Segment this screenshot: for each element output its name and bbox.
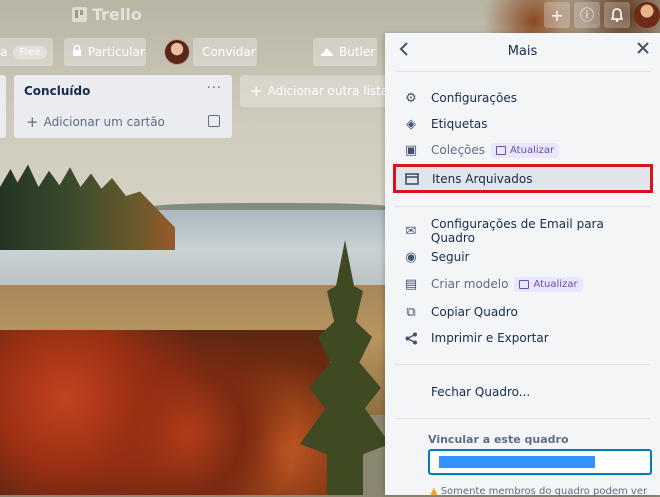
menu-item-seguir[interactable]: ◉ Seguir xyxy=(395,245,650,269)
add-list-label: Adicionar outra lista xyxy=(267,84,389,98)
lock-icon xyxy=(72,44,82,59)
menu-item-imprimir-exportar[interactable]: Imprimir e Exportar xyxy=(395,326,650,350)
menu-item-label: Copiar Quadro xyxy=(431,305,518,319)
menu-item-label: Itens Arquivados xyxy=(432,171,533,186)
card-template-icon[interactable] xyxy=(208,115,220,127)
menu-item-label: Fechar Quadro... xyxy=(431,385,531,399)
bell-shape xyxy=(611,8,623,22)
briefcase-icon xyxy=(519,279,530,289)
note-text: Somente membros do quadro podem ver xyxy=(440,486,648,497)
butler-label: Butler xyxy=(339,45,376,59)
collection-icon: ▣ xyxy=(404,142,418,158)
menu-item-label: Seguir xyxy=(431,250,470,264)
plus-icon: + xyxy=(26,113,39,131)
list-title[interactable]: Concluído xyxy=(24,84,90,98)
menu-item-colecoes[interactable]: ▣ Coleções Atualizar xyxy=(395,138,650,162)
bell-icon[interactable] xyxy=(604,2,630,28)
menu-item-itens-arquivados[interactable]: Itens Arquivados xyxy=(393,164,653,193)
panel-header: Mais xyxy=(385,33,660,71)
menu-item-label: Configurações xyxy=(431,91,517,105)
eye-icon: ◉ xyxy=(405,249,417,265)
free-badge: Free xyxy=(13,45,47,59)
menu-item-label: Etiquetas xyxy=(431,117,488,131)
visibility-button[interactable]: Particular xyxy=(64,38,146,66)
close-icon[interactable] xyxy=(636,40,650,59)
add-card-label: Adicionar um cartão xyxy=(43,115,165,129)
board-header: a Free Particular Convidar Butler xyxy=(0,38,385,66)
trello-logo[interactable]: Trello xyxy=(72,5,142,24)
briefcase-icon xyxy=(496,145,507,155)
menu-item-label: Criar modelo xyxy=(431,277,509,291)
divider xyxy=(395,364,650,365)
trello-logo-icon xyxy=(72,7,87,22)
member-avatar[interactable] xyxy=(164,39,190,65)
top-right-actions: + ⓘ xyxy=(544,2,660,28)
board-name-button[interactable]: a Free xyxy=(0,38,53,66)
upgrade-badge[interactable]: Atualizar xyxy=(491,142,560,158)
menu-item-label: Coleções xyxy=(431,143,486,157)
template-icon: ▤ xyxy=(404,276,418,292)
upgrade-label: Atualizar xyxy=(510,144,555,156)
tag-icon: ◈ xyxy=(406,116,416,132)
gear-icon: ⚙ xyxy=(405,90,417,106)
email-icon: ✉ xyxy=(405,223,417,239)
butler-icon xyxy=(321,45,333,59)
upgrade-badge[interactable]: Atualizar xyxy=(514,276,583,292)
board-name: a xyxy=(0,45,8,59)
board-menu-panel: Mais ⚙ Configurações ◈ Etiquetas ▣ Coleç… xyxy=(385,33,660,497)
copy-icon: ⧉ xyxy=(406,304,416,320)
invite-button[interactable]: Convidar xyxy=(193,38,257,66)
visibility-note: ▲ Somente membros do quadro podem ver xyxy=(430,486,647,497)
user-avatar[interactable] xyxy=(634,2,660,28)
board-link-input[interactable] xyxy=(428,449,652,475)
add-list-button[interactable]: + Adicionar outra lista xyxy=(240,75,390,107)
menu-item-configuracoes[interactable]: ⚙ Configurações xyxy=(395,86,650,110)
divider xyxy=(395,71,650,72)
blank-icon-slot xyxy=(403,384,419,400)
menu-item-criar-modelo[interactable]: ▤ Criar modelo Atualizar xyxy=(395,272,650,296)
visibility-label: Particular xyxy=(88,45,145,59)
archive-icon xyxy=(404,171,420,187)
list-concluido: Concluído ··· + Adicionar um cartão xyxy=(14,75,232,138)
app-name: Trello xyxy=(92,5,142,24)
share-icon xyxy=(403,330,419,346)
plus-icon[interactable]: + xyxy=(544,2,570,28)
add-card-button[interactable]: + Adicionar um cartão xyxy=(26,113,165,131)
plus-icon: + xyxy=(250,82,263,100)
menu-item-copiar-quadro[interactable]: ⧉ Copiar Quadro xyxy=(395,300,650,324)
previous-list-edge xyxy=(0,75,6,138)
divider xyxy=(395,418,650,419)
butler-button[interactable]: Butler xyxy=(313,38,377,66)
menu-item-label: Configurações de Email para Quadro xyxy=(430,217,604,245)
top-bar: Trello + ⓘ xyxy=(0,0,660,33)
invite-label: Convidar xyxy=(202,45,256,59)
selected-link-text xyxy=(439,456,595,468)
panel-title: Mais xyxy=(507,44,538,59)
menu-item-label: Imprimir e Exportar xyxy=(431,331,549,345)
menu-item-email[interactable]: ✉ Configurações de Email para Quadro xyxy=(395,217,650,245)
menu-item-fechar-quadro[interactable]: Fechar Quadro... xyxy=(395,380,650,404)
link-label: Vincular a este quadro xyxy=(428,433,569,446)
autumn-foliage xyxy=(0,330,330,495)
list-menu-icon[interactable]: ··· xyxy=(207,81,222,96)
warning-icon: ▲ xyxy=(430,486,438,497)
divider xyxy=(395,206,650,207)
menu-item-etiquetas[interactable]: ◈ Etiquetas xyxy=(395,112,650,136)
upgrade-label: Atualizar xyxy=(533,278,578,290)
info-icon[interactable]: ⓘ xyxy=(574,2,600,28)
